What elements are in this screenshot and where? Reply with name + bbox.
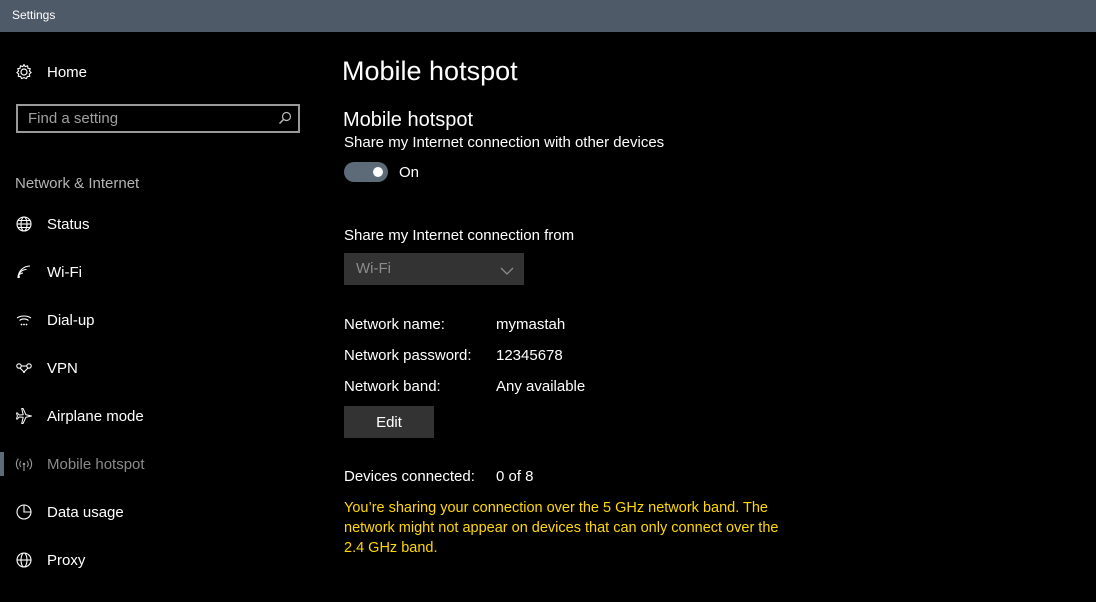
sidebar-item-data-usage[interactable]: Data usage (0, 492, 320, 532)
search-input[interactable] (18, 106, 278, 131)
band-warning: You’re sharing your connection over the … (344, 500, 779, 556)
sidebar-item-wifi[interactable]: Wi-Fi (0, 252, 320, 292)
sidebar-item-dialup[interactable]: Dial-up (0, 300, 320, 340)
devices-connected-value: 0 of 8 (496, 468, 534, 485)
sidebar-item-airplane-mode[interactable]: Airplane mode (0, 396, 320, 436)
sidebar-item-label: Data usage (47, 503, 124, 521)
toggle-state-label: On (399, 164, 420, 181)
sidebar-item-label: Status (47, 215, 90, 233)
vpn-icon (15, 359, 33, 377)
home-label: Home (47, 63, 88, 81)
sidebar-item-label: Wi-Fi (47, 263, 82, 281)
hotspot-icon (15, 455, 33, 473)
section-title: Mobile hotspot (343, 109, 474, 131)
toggle-knob (373, 167, 383, 177)
window-title: Settings (12, 8, 56, 22)
sidebar-item-mobile-hotspot[interactable]: Mobile hotspot (0, 444, 320, 484)
hotspot-toggle[interactable] (344, 162, 388, 182)
share-description: Share my Internet connection with other … (344, 134, 665, 151)
sidebar-item-label: Dial-up (47, 311, 95, 329)
sidebar-item-vpn[interactable]: VPN (0, 348, 320, 388)
network-name-label: Network name: (344, 316, 445, 333)
sidebar: Home Network & Internet Status (0, 32, 320, 602)
network-password-value: 12345678 (496, 347, 563, 364)
share-from-dropdown[interactable]: Wi-Fi (344, 253, 524, 285)
pie-chart-icon (15, 503, 33, 521)
devices-connected-label: Devices connected: (344, 468, 475, 485)
sidebar-item-status[interactable]: Status (0, 204, 320, 244)
share-from-value: Wi-Fi (356, 260, 391, 277)
sidebar-item-label: Proxy (47, 551, 86, 569)
sidebar-item-label: Airplane mode (47, 407, 144, 425)
home-button[interactable]: Home (0, 52, 320, 92)
section-header: Network & Internet (15, 175, 140, 192)
sidebar-item-proxy[interactable]: Proxy (0, 540, 320, 580)
globe-icon (15, 551, 33, 569)
dialup-icon (15, 311, 33, 329)
sidebar-item-label: VPN (47, 359, 78, 377)
edit-button[interactable]: Edit (344, 406, 434, 438)
network-band-value: Any available (496, 378, 586, 395)
page-title: Mobile hotspot (342, 56, 518, 86)
share-from-label: Share my Internet connection from (344, 227, 575, 244)
title-bar: Settings (0, 0, 1096, 32)
gear-icon (15, 63, 33, 81)
globe-icon (15, 215, 33, 233)
search-icon[interactable] (278, 111, 292, 125)
search-box[interactable] (16, 104, 300, 133)
airplane-icon (15, 407, 33, 425)
network-password-label: Network password: (344, 347, 472, 364)
main-content: Mobile hotspot Mobile hotspot Share my I… (342, 32, 1083, 602)
chevron-down-icon (500, 263, 514, 275)
sidebar-item-label: Mobile hotspot (47, 455, 145, 473)
network-name-value: mymastah (496, 316, 566, 333)
network-band-label: Network band: (344, 378, 441, 395)
wifi-icon (15, 263, 33, 281)
